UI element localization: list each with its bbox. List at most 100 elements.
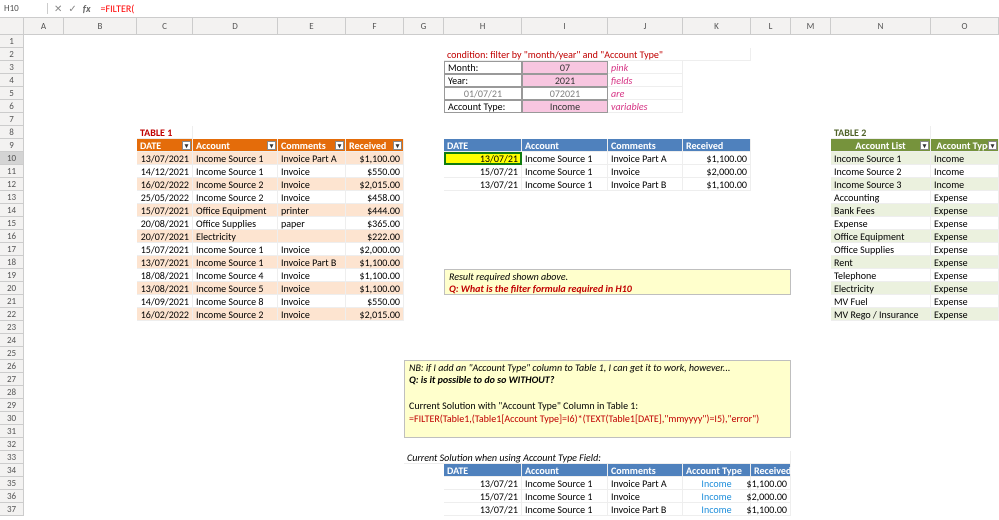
cell[interactable]: Income Source 1 <box>522 165 608 178</box>
col-header[interactable]: J <box>608 18 683 34</box>
row-header[interactable]: 8 <box>0 126 23 139</box>
cell[interactable]: $2,015.00 <box>346 178 404 191</box>
cell[interactable]: Account Type <box>683 464 751 477</box>
row-header[interactable]: 7 <box>0 113 23 126</box>
cell[interactable]: Electricity <box>831 282 931 295</box>
cell[interactable]: $1,100.00 <box>683 152 751 165</box>
cell[interactable]: Telephone <box>831 269 931 282</box>
cell[interactable]: Invoice <box>608 165 683 178</box>
cell[interactable]: Income Source 1 <box>193 243 278 256</box>
cell[interactable]: Expense <box>931 191 999 204</box>
row-header[interactable]: 14 <box>0 204 23 217</box>
cell[interactable]: Invoice <box>278 191 346 204</box>
row-header[interactable]: 27 <box>0 373 23 386</box>
cell[interactable]: 072021 <box>522 87 608 100</box>
cell[interactable]: $2,000.00 <box>751 490 791 503</box>
cell[interactable]: Account <box>522 139 608 152</box>
cell[interactable]: NB: if I add an "Account Type" column to… <box>404 360 791 373</box>
row-header[interactable]: 16 <box>0 230 23 243</box>
cell[interactable]: Accounting <box>831 191 931 204</box>
cell[interactable]: TABLE 2 <box>831 126 931 139</box>
row-header[interactable]: 23 <box>0 321 23 334</box>
cell[interactable]: pink <box>608 61 683 74</box>
cell[interactable]: Comments <box>278 139 346 152</box>
cell[interactable]: fields <box>608 74 683 87</box>
cell[interactable]: $1,100.00 <box>346 269 404 282</box>
cell[interactable]: Invoice <box>278 178 346 191</box>
cell[interactable]: DATE <box>444 139 522 152</box>
cell[interactable]: Expense <box>931 230 999 243</box>
filter-dropdown-icon[interactable] <box>393 141 402 150</box>
row-header[interactable]: 24 <box>0 334 23 347</box>
cell[interactable]: Income <box>683 477 751 490</box>
cell[interactable]: $550.00 <box>346 165 404 178</box>
cell[interactable]: Income Source 1 <box>522 490 608 503</box>
cell[interactable]: Account List <box>831 139 931 152</box>
cell[interactable]: Income Source 1 <box>193 152 278 165</box>
cell[interactable]: MV Fuel <box>831 295 931 308</box>
cell[interactable]: Income Source 3 <box>831 178 931 191</box>
cell[interactable]: 20/07/2021 <box>137 230 193 243</box>
cell[interactable]: TABLE 1 <box>137 126 193 139</box>
cell[interactable]: Q: What is the filter formula required i… <box>444 282 791 295</box>
cell[interactable]: $1,100.00 <box>346 152 404 165</box>
col-header[interactable]: O <box>931 18 999 34</box>
row-header[interactable]: 21 <box>0 295 23 308</box>
accept-icon[interactable]: ✓ <box>68 2 76 15</box>
cell[interactable]: $1,100.00 <box>346 282 404 295</box>
cell[interactable]: Account Type <box>931 139 999 152</box>
cell[interactable]: Expense <box>931 282 999 295</box>
col-header[interactable]: A <box>24 18 64 34</box>
cell[interactable]: Expense <box>931 217 999 230</box>
name-box[interactable]: H10 <box>0 3 48 14</box>
cell[interactable]: 15/07/21 <box>444 165 522 178</box>
cell[interactable]: Electricity <box>193 230 278 243</box>
cell[interactable]: 14/12/2021 <box>137 165 193 178</box>
cell[interactable]: Comments <box>608 139 683 152</box>
row-header[interactable]: 13 <box>0 191 23 204</box>
col-header[interactable]: D <box>193 18 278 34</box>
cell[interactable]: Q: is it possible to do so WITHOUT? <box>404 373 791 386</box>
row-header[interactable]: 34 <box>0 464 23 477</box>
cell[interactable]: $444.00 <box>346 204 404 217</box>
cell[interactable]: variables <box>608 100 683 113</box>
cell[interactable]: Invoice Part A <box>608 152 683 165</box>
row-header[interactable]: 18 <box>0 256 23 269</box>
filter-dropdown-icon[interactable] <box>335 141 344 150</box>
cell[interactable]: Month: <box>444 61 522 74</box>
cell[interactable]: Expense <box>931 256 999 269</box>
cell[interactable]: Year: <box>444 74 522 87</box>
cell[interactable]: 18/08/2021 <box>137 269 193 282</box>
cell[interactable]: Income Source 1 <box>522 152 608 165</box>
cell[interactable]: Invoice <box>278 269 346 282</box>
cell[interactable]: 14/09/2021 <box>137 295 193 308</box>
row-header[interactable]: 6 <box>0 100 23 113</box>
cell[interactable]: Invoice Part A <box>278 152 346 165</box>
cell[interactable]: Income Source 2 <box>193 308 278 321</box>
cell[interactable]: Office Supplies <box>831 243 931 256</box>
row-header[interactable]: 12 <box>0 178 23 191</box>
cell[interactable]: Expense <box>931 243 999 256</box>
cell[interactable]: Current Solution with "Account Type" Col… <box>404 399 791 412</box>
cell[interactable]: $458.00 <box>346 191 404 204</box>
cell[interactable] <box>404 425 791 438</box>
cell[interactable]: Invoice Part B <box>608 503 683 516</box>
cell[interactable]: 20/08/2021 <box>137 217 193 230</box>
cell[interactable]: $222.00 <box>346 230 404 243</box>
cell[interactable]: are <box>608 87 683 100</box>
cell[interactable]: $1,100.00 <box>346 256 404 269</box>
cell[interactable]: Income Source 1 <box>193 256 278 269</box>
row-header[interactable]: 19 <box>0 269 23 282</box>
cell[interactable]: Office Equipment <box>193 204 278 217</box>
cell[interactable]: Income <box>931 165 999 178</box>
cell[interactable]: printer <box>278 204 346 217</box>
cell[interactable]: Expense <box>931 269 999 282</box>
row-header[interactable]: 15 <box>0 217 23 230</box>
cell[interactable]: Income <box>683 490 751 503</box>
cell[interactable]: Income Source 1 <box>522 178 608 191</box>
cell[interactable]: Received <box>751 464 791 477</box>
cell[interactable]: $1,100.00 <box>683 178 751 191</box>
cell[interactable]: 13/07/21 <box>444 477 522 490</box>
cell[interactable]: $2,000.00 <box>683 165 751 178</box>
row-header[interactable]: 37 <box>0 503 23 516</box>
